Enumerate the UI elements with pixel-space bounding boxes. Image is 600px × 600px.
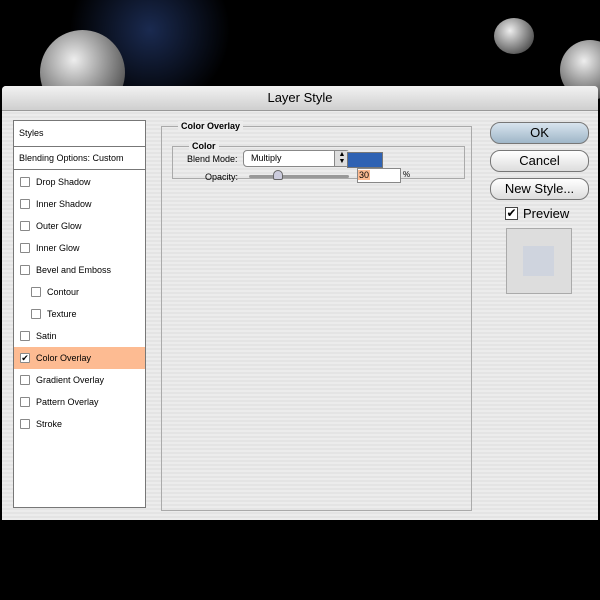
checkbox[interactable] — [20, 221, 30, 231]
layer-style-dialog: Layer Style Styles Blending Options: Cus… — [2, 86, 598, 520]
checkbox[interactable] — [31, 309, 41, 319]
blend-mode-value: Multiply — [251, 153, 282, 163]
color-group: Color Blend Mode: Multiply ▲ ▼ Opacity: 3… — [172, 141, 465, 183]
styles-header[interactable]: Styles — [14, 121, 145, 147]
checkbox[interactable]: ✔ — [20, 353, 30, 363]
style-item-drop-shadow[interactable]: Drop Shadow — [14, 171, 145, 193]
style-item-stroke[interactable]: Stroke — [14, 413, 145, 435]
style-item-inner-shadow[interactable]: Inner Shadow — [14, 193, 145, 215]
cancel-button[interactable]: Cancel — [490, 150, 589, 172]
checkbox[interactable] — [20, 177, 30, 187]
style-item-label: Pattern Overlay — [36, 397, 99, 407]
checkbox[interactable] — [20, 375, 30, 385]
preview-swatch — [523, 246, 554, 276]
style-item-label: Gradient Overlay — [36, 375, 105, 385]
style-item-label: Contour — [47, 287, 80, 297]
checkbox[interactable] — [20, 265, 30, 275]
opacity-slider-thumb[interactable] — [273, 170, 283, 180]
style-item-label: Stroke — [36, 419, 63, 429]
preview-label: Preview — [523, 206, 570, 221]
new-style-button[interactable]: New Style... — [490, 178, 589, 200]
panel-title: Color Overlay — [178, 121, 244, 131]
style-item-bevel-and-emboss[interactable]: Bevel and Emboss — [14, 259, 145, 281]
blending-options[interactable]: Blending Options: Custom — [14, 147, 145, 170]
checkbox[interactable] — [31, 287, 41, 297]
style-item-label: Inner Shadow — [36, 199, 92, 209]
opacity-label: Opacity: — [205, 172, 239, 182]
style-item-label: Drop Shadow — [36, 177, 91, 187]
dialog-title: Layer Style — [2, 86, 598, 111]
overlay-color-swatch[interactable] — [347, 152, 383, 168]
style-preview — [506, 228, 572, 294]
style-item-label: Bevel and Emboss — [36, 265, 112, 275]
style-item-texture[interactable]: Texture — [14, 303, 145, 325]
checkbox[interactable] — [20, 243, 30, 253]
style-item-contour[interactable]: Contour — [14, 281, 145, 303]
checkbox[interactable] — [20, 199, 30, 209]
style-item-label: Texture — [47, 309, 77, 319]
style-item-gradient-overlay[interactable]: Gradient Overlay — [14, 369, 145, 391]
opacity-input[interactable]: 30 — [357, 168, 401, 183]
style-item-label: Satin — [36, 331, 57, 341]
preview-checkbox[interactable]: ✔ Preview — [505, 206, 569, 221]
ok-button[interactable]: OK — [490, 122, 589, 144]
style-item-color-overlay[interactable]: ✔ Color Overlay — [14, 347, 145, 369]
color-overlay-panel: Color Overlay Color Blend Mode: Multiply… — [161, 121, 472, 511]
style-item-label: Color Overlay — [36, 353, 92, 363]
style-item-pattern-overlay[interactable]: Pattern Overlay — [14, 391, 145, 413]
blend-mode-label: Blend Mode: — [187, 154, 238, 164]
style-item-outer-glow[interactable]: Outer Glow — [14, 215, 145, 237]
styles-list: Styles Blending Options: Custom Drop Sha… — [13, 120, 146, 508]
blend-mode-select[interactable]: Multiply ▲ ▼ — [243, 150, 350, 167]
style-item-inner-glow[interactable]: Inner Glow — [14, 237, 145, 259]
style-item-satin[interactable]: Satin — [14, 325, 145, 347]
style-item-label: Outer Glow — [36, 221, 82, 231]
style-item-label: Inner Glow — [36, 243, 80, 253]
checkbox[interactable] — [20, 419, 30, 429]
checkbox[interactable] — [20, 397, 30, 407]
checkmark-icon: ✔ — [505, 206, 518, 220]
checkbox[interactable] — [20, 331, 30, 341]
group-title: Color — [189, 141, 219, 151]
opacity-unit: % — [403, 170, 411, 179]
opacity-slider[interactable] — [249, 175, 349, 178]
planet — [494, 18, 534, 54]
